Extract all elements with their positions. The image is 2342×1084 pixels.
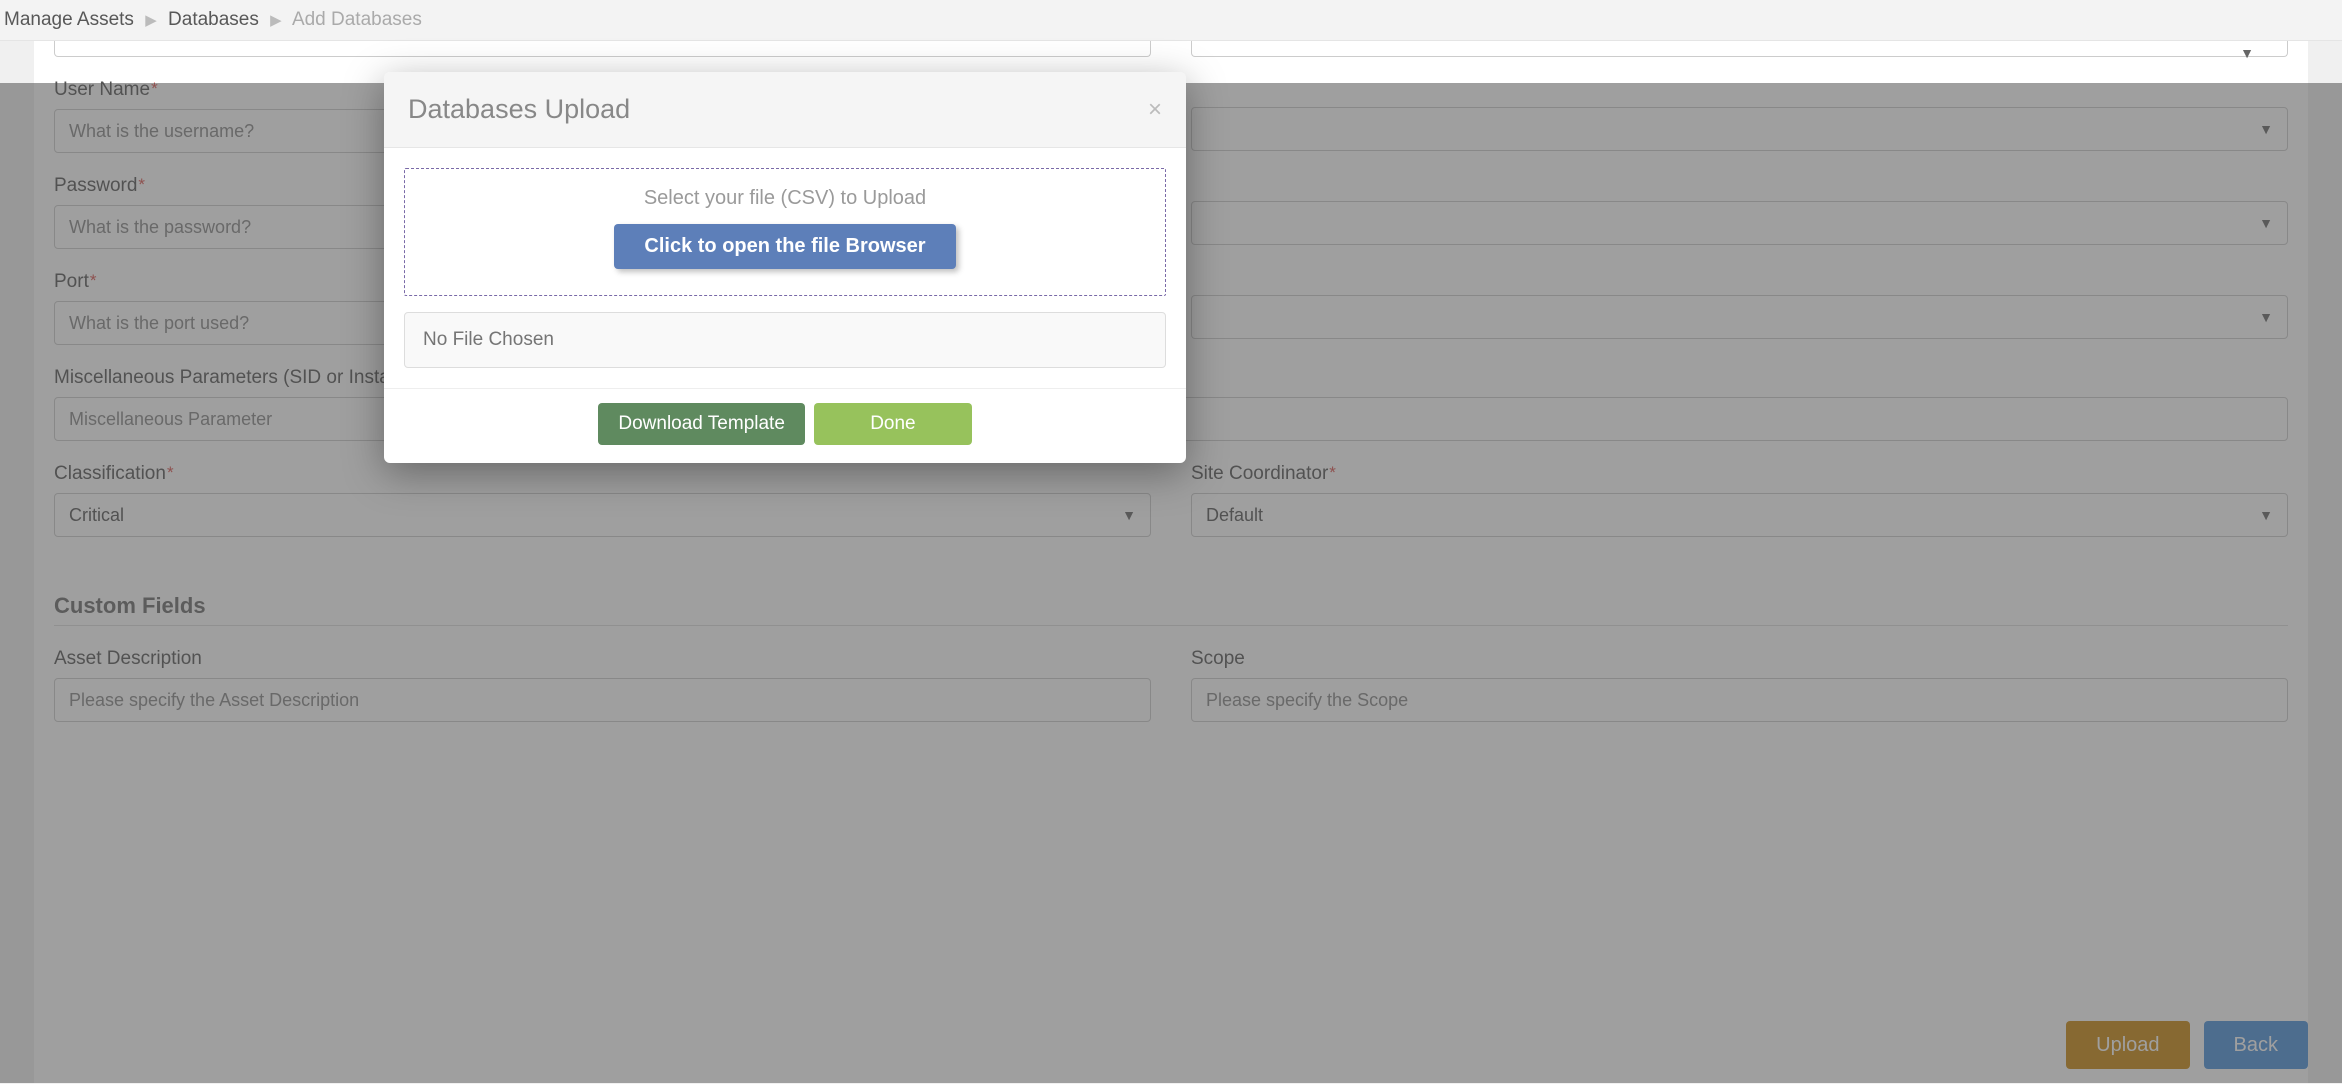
modal-title: Databases Upload (408, 94, 630, 125)
file-dropzone[interactable]: Select your file (CSV) to Upload Click t… (404, 168, 1166, 296)
breadcrumb-level3: Add Databases (292, 9, 422, 30)
done-button[interactable]: Done (814, 403, 971, 445)
breadcrumb-level2[interactable]: Databases (168, 9, 259, 30)
download-template-button[interactable]: Download Template (598, 403, 805, 445)
chevron-right-icon: ▶ (270, 12, 282, 29)
partial-field-top-left[interactable] (54, 41, 1151, 57)
chevron-right-icon: ▶ (145, 12, 157, 29)
open-file-browser-button[interactable]: Click to open the file Browser (614, 224, 955, 269)
close-icon[interactable]: × (1148, 98, 1162, 122)
breadcrumb: Manage Assets ▶ Databases ▶ Add Database… (0, 0, 2342, 41)
breadcrumb-level1[interactable]: Manage Assets (4, 9, 134, 30)
dropzone-instruction: Select your file (CSV) to Upload (425, 187, 1145, 210)
partial-field-top-right[interactable]: ▼ (1191, 41, 2288, 57)
databases-upload-modal: Databases Upload × Select your file (CSV… (384, 72, 1186, 463)
chevron-down-icon: ▼ (2240, 45, 2254, 61)
chosen-file-display: No File Chosen (404, 312, 1166, 368)
